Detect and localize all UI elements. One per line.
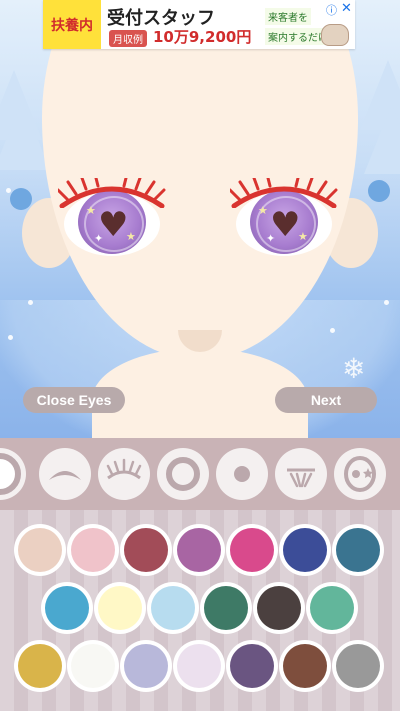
color-swatch[interactable]	[18, 528, 62, 572]
eyebrow-icon[interactable]	[39, 448, 91, 500]
color-swatch[interactable]	[230, 528, 274, 572]
eyelashes-icon	[230, 178, 338, 208]
snow-tree-right-2	[364, 104, 400, 174]
color-swatch[interactable]	[283, 644, 327, 688]
category-bar[interactable]	[0, 438, 400, 510]
color-swatch[interactable]	[151, 586, 195, 630]
eye-shape-icon[interactable]	[157, 448, 209, 500]
color-swatch[interactable]	[336, 644, 380, 688]
ad-price: 10万9,200円	[153, 28, 252, 46]
close-icon[interactable]: ✕	[341, 1, 352, 16]
color-palette	[0, 510, 400, 711]
color-swatch[interactable]	[45, 586, 89, 630]
color-swatch[interactable]	[124, 528, 168, 572]
ad-dog-icon	[321, 24, 349, 46]
color-swatch[interactable]	[98, 586, 142, 630]
color-swatch[interactable]	[336, 528, 380, 572]
eye-right: ♥ ★ ★ ✦	[230, 178, 338, 256]
snow-dot	[28, 300, 33, 305]
character-scene: ❄ ♥ ★ ★ ✦ ♥ ★ ★ ✦ Close Eyes Next	[0, 0, 400, 438]
star-highlight-icon: ★	[298, 230, 308, 243]
category-partial-icon[interactable]	[0, 448, 26, 500]
snow-dot	[384, 300, 389, 305]
color-swatch[interactable]	[310, 586, 354, 630]
snow-dot	[6, 188, 11, 193]
ear-ornament-right	[368, 180, 390, 202]
color-swatch[interactable]	[257, 586, 301, 630]
ad-pill: 月収例	[109, 30, 147, 47]
ad-badge: 扶養内	[43, 0, 101, 49]
color-swatch[interactable]	[230, 644, 274, 688]
color-swatch[interactable]	[71, 644, 115, 688]
star-highlight-icon: ★	[126, 230, 136, 243]
snowflake-icon: ❄	[342, 352, 366, 385]
color-swatch[interactable]	[177, 528, 221, 572]
star-highlight-icon: ✦	[94, 232, 104, 245]
eye-sparkle-icon[interactable]	[334, 448, 386, 500]
snow-dot	[330, 328, 335, 333]
info-icon[interactable]: ⓘ	[326, 2, 337, 18]
color-swatch[interactable]	[124, 644, 168, 688]
eye-highlight-icon[interactable]	[275, 448, 327, 500]
ad-line-1: 来客者を	[265, 8, 311, 25]
color-swatch[interactable]	[283, 528, 327, 572]
color-swatch[interactable]	[204, 586, 248, 630]
eyelashes-icon	[58, 178, 166, 208]
color-swatch[interactable]	[71, 528, 115, 572]
ear-ornament-left	[10, 188, 32, 210]
next-button[interactable]: Next	[275, 387, 377, 413]
color-swatch[interactable]	[18, 644, 62, 688]
snow-dot	[8, 335, 13, 340]
star-highlight-icon: ✦	[266, 232, 276, 245]
ad-banner[interactable]: 扶養内 受付スタッフ 月収例 10万9,200円 来客者を 案内するだけ ⓘ ✕	[43, 0, 355, 49]
eye-left: ♥ ★ ★ ✦	[58, 178, 166, 256]
eyelash-icon[interactable]	[98, 448, 150, 500]
close-eyes-button[interactable]: Close Eyes	[23, 387, 125, 413]
color-swatch[interactable]	[177, 644, 221, 688]
pupil-icon[interactable]	[216, 448, 268, 500]
